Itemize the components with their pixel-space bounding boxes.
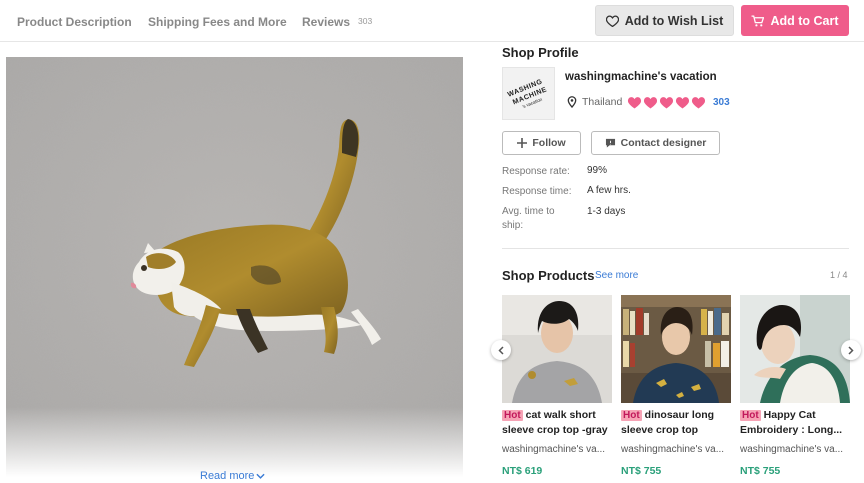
response-time-label: Response time: xyxy=(502,186,572,197)
shop-logo-mark: WASHING MACHINE 's vacation xyxy=(506,78,547,109)
heart-icon xyxy=(627,97,642,109)
product-image[interactable] xyxy=(6,57,463,477)
tab-reviews[interactable]: Reviews 303 xyxy=(302,15,372,29)
heart-icon xyxy=(691,97,706,109)
hot-badge: Hot xyxy=(502,410,523,421)
product-card[interactable]: Hot cat walk short sleeve crop top -gray … xyxy=(502,295,612,477)
chevron-left-icon xyxy=(498,345,504,355)
location-label: Thailand xyxy=(582,96,623,108)
tab-shipping-fees[interactable]: Shipping Fees and More xyxy=(148,15,287,29)
tab-label: Shipping Fees and More xyxy=(148,15,287,29)
product-shop-name: washingmachine's va... xyxy=(502,444,606,455)
tab-label: Product Description xyxy=(17,15,132,29)
product-price: NT$ 755 xyxy=(740,465,781,477)
hot-badge: Hot xyxy=(621,410,642,421)
avg-ship-time-value: 1-3 days xyxy=(587,206,626,217)
plus-icon xyxy=(517,138,528,148)
image-fade-overlay xyxy=(6,407,463,477)
product-card[interactable]: Hot Happy Cat Embroidery : Long... washin… xyxy=(740,295,850,477)
shop-products-title: Shop Products xyxy=(502,268,595,283)
shop-rating-hearts xyxy=(627,96,707,109)
carousel-next-button[interactable] xyxy=(841,340,861,360)
product-title: Hot Happy Cat Embroidery : Long... xyxy=(740,408,852,438)
chat-icon xyxy=(605,138,615,148)
shop-review-count[interactable]: 303 xyxy=(713,97,730,108)
avg-ship-time-label: Avg. time to ship: xyxy=(502,206,555,231)
shop-logo[interactable]: WASHING MACHINE 's vacation xyxy=(502,67,555,120)
cart-label: Add to Cart xyxy=(770,13,839,28)
shop-name[interactable]: washingmachine's vacation xyxy=(565,71,717,83)
product-title: Hot cat walk short sleeve crop top -gray xyxy=(502,408,614,438)
product-shop-name: washingmachine's va... xyxy=(740,444,844,455)
see-more-link[interactable]: See more xyxy=(595,270,638,281)
product-price: NT$ 619 xyxy=(502,465,543,477)
wishlist-label: Add to Wish List xyxy=(624,13,724,28)
heart-icon xyxy=(659,97,674,109)
location-pin-icon xyxy=(567,96,577,108)
follow-label: Follow xyxy=(532,137,566,149)
heart-icon xyxy=(643,97,658,109)
response-rate-label: Response rate: xyxy=(502,166,570,177)
follow-button[interactable]: Follow xyxy=(502,131,581,155)
product-price: NT$ 755 xyxy=(621,465,662,477)
product-photo xyxy=(621,295,731,403)
product-shop-name: washingmachine's va... xyxy=(621,444,725,455)
response-rate-value: 99% xyxy=(587,165,608,176)
tab-label: Reviews xyxy=(302,15,351,29)
chevron-down-icon xyxy=(256,473,266,479)
read-more-label: Read more xyxy=(200,470,255,482)
read-more-link[interactable]: Read more xyxy=(200,470,266,482)
product-tabs-bar: Product Description Shipping Fees and Mo… xyxy=(0,0,864,42)
product-photo xyxy=(502,295,612,403)
carousel-pager: 1 / 4 xyxy=(830,270,848,280)
product-card[interactable]: Hot dinosaur long sleeve crop top washing… xyxy=(621,295,731,477)
carousel-prev-button[interactable] xyxy=(491,340,511,360)
add-to-cart-button[interactable]: Add to Cart xyxy=(741,5,849,36)
contact-label: Contact designer xyxy=(620,137,707,149)
chevron-right-icon xyxy=(848,345,854,355)
hot-badge: Hot xyxy=(740,410,761,421)
heart-icon xyxy=(675,97,690,109)
product-title: Hot dinosaur long sleeve crop top xyxy=(621,408,733,438)
section-divider xyxy=(502,248,849,249)
response-time-value: A few hrs. xyxy=(587,185,631,196)
add-to-wishlist-button[interactable]: Add to Wish List xyxy=(595,5,734,36)
contact-designer-button[interactable]: Contact designer xyxy=(591,131,720,155)
cart-icon xyxy=(752,14,765,26)
heart-outline-icon xyxy=(605,14,619,27)
tab-product-description[interactable]: Product Description xyxy=(17,15,132,29)
shop-profile-title: Shop Profile xyxy=(502,45,579,60)
product-photo xyxy=(740,295,850,403)
reviews-count: 303 xyxy=(358,16,373,26)
shop-location: Thailand xyxy=(567,96,622,108)
